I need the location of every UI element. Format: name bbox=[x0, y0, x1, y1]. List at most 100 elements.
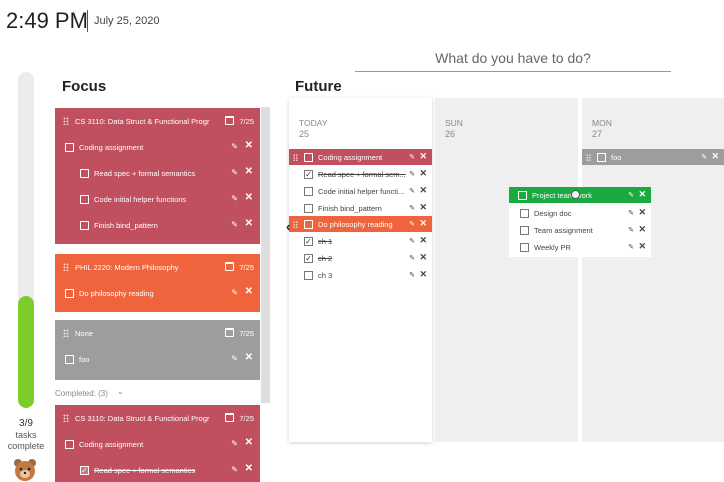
close-icon[interactable]: ✕ bbox=[419, 235, 427, 246]
card-header[interactable]: CS 3110: Data Struct & Functional Progr … bbox=[55, 108, 260, 134]
task-label[interactable]: ch 3 bbox=[318, 271, 332, 280]
pin-icon[interactable]: ✎ bbox=[231, 465, 238, 474]
task-label[interactable]: Design doc bbox=[534, 209, 572, 218]
task-checkbox[interactable] bbox=[80, 168, 89, 178]
task-label[interactable]: Read spec + formal semantics bbox=[94, 169, 195, 178]
group-checkbox[interactable] bbox=[304, 219, 313, 229]
close-icon[interactable]: ✕ bbox=[638, 224, 646, 235]
pin-icon[interactable]: ✎ bbox=[409, 187, 415, 195]
dragging-card[interactable]: Project team work ✎ ✕ Design doc ✎ ✕ Tea… bbox=[509, 187, 651, 257]
drag-handle-icon[interactable] bbox=[293, 153, 298, 161]
focus-card-none[interactable]: None 7/25 foo ✎ ✕ bbox=[55, 320, 260, 380]
pin-icon[interactable]: ✎ bbox=[628, 191, 634, 199]
calendar-icon[interactable] bbox=[225, 413, 234, 422]
close-icon[interactable]: ✕ bbox=[419, 168, 427, 179]
task-label[interactable]: Finish bind_pattern bbox=[318, 204, 382, 213]
drag-handle-icon[interactable] bbox=[586, 153, 591, 161]
task-label[interactable]: Coding assignment bbox=[79, 143, 143, 152]
card-header[interactable]: None 7/25 bbox=[55, 320, 260, 346]
pin-icon[interactable]: ✎ bbox=[231, 142, 238, 151]
close-icon[interactable]: ✕ bbox=[419, 202, 427, 213]
pin-icon[interactable]: ✎ bbox=[409, 170, 415, 178]
calendar-icon[interactable] bbox=[225, 328, 234, 337]
chevron-down-icon[interactable]: ⌄ bbox=[117, 387, 124, 396]
pin-icon[interactable]: ✎ bbox=[231, 288, 238, 297]
close-icon[interactable]: ✕ bbox=[419, 185, 427, 196]
drag-handle-icon[interactable] bbox=[293, 220, 298, 228]
close-icon[interactable]: ✕ bbox=[419, 218, 427, 229]
new-task-input[interactable] bbox=[355, 44, 671, 72]
pin-icon[interactable]: ✎ bbox=[409, 220, 415, 228]
pin-icon[interactable]: ✎ bbox=[231, 439, 238, 448]
close-icon[interactable]: ✕ bbox=[245, 218, 253, 229]
task-checkbox-checked[interactable] bbox=[304, 169, 313, 179]
calendar-icon[interactable] bbox=[225, 116, 234, 125]
close-icon[interactable]: ✕ bbox=[419, 252, 427, 263]
focus-card-cs3110[interactable]: CS 3110: Data Struct & Functional Progr … bbox=[55, 108, 260, 244]
drag-handle-icon[interactable] bbox=[63, 414, 69, 422]
drag-handle-icon[interactable] bbox=[63, 263, 69, 271]
drag-handle-icon[interactable] bbox=[63, 117, 69, 125]
close-icon[interactable]: ✕ bbox=[245, 286, 253, 297]
close-icon[interactable]: ✕ bbox=[245, 437, 253, 448]
task-checkbox[interactable] bbox=[80, 194, 89, 204]
pin-icon[interactable]: ✎ bbox=[628, 243, 634, 251]
task-checkbox[interactable] bbox=[304, 186, 313, 196]
task-checkbox[interactable] bbox=[520, 225, 529, 235]
focus-card-phil2220[interactable]: PHIL 2220: Modern Philosophy 7/25 Do phi… bbox=[55, 254, 260, 312]
pin-icon[interactable]: ✎ bbox=[628, 209, 634, 217]
task-checkbox[interactable] bbox=[65, 142, 74, 152]
pin-icon[interactable]: ✎ bbox=[409, 237, 415, 245]
task-label[interactable]: Read spec + formal semantics bbox=[94, 466, 195, 475]
task-label[interactable]: Do philosophy reading bbox=[79, 289, 154, 298]
day-column-today[interactable]: TODAY 25 Coding assignment ✎ ✕ Read spec… bbox=[289, 98, 432, 442]
group-title[interactable]: Project team work bbox=[532, 191, 592, 200]
task-checkbox[interactable] bbox=[304, 270, 313, 280]
day-column-sun[interactable]: SUN 26 bbox=[435, 98, 578, 442]
group-checkbox[interactable] bbox=[518, 190, 527, 200]
task-label[interactable]: Finish bind_pattern bbox=[94, 221, 158, 230]
close-icon[interactable]: ✕ bbox=[245, 352, 253, 363]
task-checkbox-checked[interactable] bbox=[304, 253, 313, 263]
close-icon[interactable]: ✕ bbox=[245, 192, 253, 203]
task-label[interactable]: Coding assignment bbox=[79, 440, 143, 449]
task-label[interactable]: ch 2 bbox=[318, 254, 332, 263]
task-checkbox[interactable] bbox=[304, 203, 313, 213]
task-checkbox[interactable] bbox=[520, 242, 529, 252]
pin-icon[interactable]: ✎ bbox=[231, 220, 238, 229]
task-checkbox-checked[interactable] bbox=[80, 465, 89, 475]
task-label[interactable]: ch 1 bbox=[318, 237, 332, 246]
task-checkbox[interactable] bbox=[65, 288, 74, 298]
calendar-icon[interactable] bbox=[225, 262, 234, 271]
task-checkbox[interactable] bbox=[80, 220, 89, 230]
close-icon[interactable]: ✕ bbox=[638, 189, 646, 200]
task-label[interactable]: Code initial helper functi... bbox=[318, 187, 404, 196]
close-icon[interactable]: ✕ bbox=[638, 207, 646, 218]
card-header[interactable]: PHIL 2220: Modern Philosophy 7/25 bbox=[55, 254, 260, 280]
focus-scrollbar[interactable] bbox=[261, 107, 270, 403]
group-header[interactable]: Do philosophy reading ✎ ✕ bbox=[289, 216, 432, 232]
group-header[interactable]: Coding assignment ✎ ✕ bbox=[289, 149, 432, 165]
task-label[interactable]: foo bbox=[79, 355, 89, 364]
pin-icon[interactable]: ✎ bbox=[231, 194, 238, 203]
completed-card-cs3110[interactable]: CS 3110: Data Struct & Functional Progr … bbox=[55, 405, 260, 482]
pin-icon[interactable]: ✎ bbox=[628, 226, 634, 234]
pin-icon[interactable]: ✎ bbox=[409, 254, 415, 262]
task-label[interactable]: Team assignment bbox=[534, 226, 593, 235]
task-label[interactable]: Read spec + formal sem... bbox=[318, 170, 406, 179]
card-header[interactable]: CS 3110: Data Struct & Functional Progr … bbox=[55, 405, 260, 431]
group-title[interactable]: Coding assignment bbox=[318, 153, 382, 162]
chevron-left-icon[interactable]: ‹ bbox=[286, 219, 290, 234]
close-icon[interactable]: ✕ bbox=[245, 463, 253, 474]
group-header[interactable]: foo ✎ ✕ bbox=[582, 149, 724, 165]
task-checkbox[interactable] bbox=[65, 354, 74, 364]
group-title[interactable]: foo bbox=[611, 153, 621, 162]
group-checkbox[interactable] bbox=[597, 152, 606, 162]
task-checkbox-checked[interactable] bbox=[304, 236, 313, 246]
close-icon[interactable]: ✕ bbox=[419, 269, 427, 280]
completed-toggle[interactable]: Completed: (3) bbox=[55, 389, 108, 398]
day-column-mon[interactable]: MON 27 foo ✎ ✕ bbox=[582, 98, 724, 442]
group-checkbox[interactable] bbox=[304, 152, 313, 162]
group-title[interactable]: Do philosophy reading bbox=[318, 220, 393, 229]
pin-icon[interactable]: ✎ bbox=[231, 168, 238, 177]
